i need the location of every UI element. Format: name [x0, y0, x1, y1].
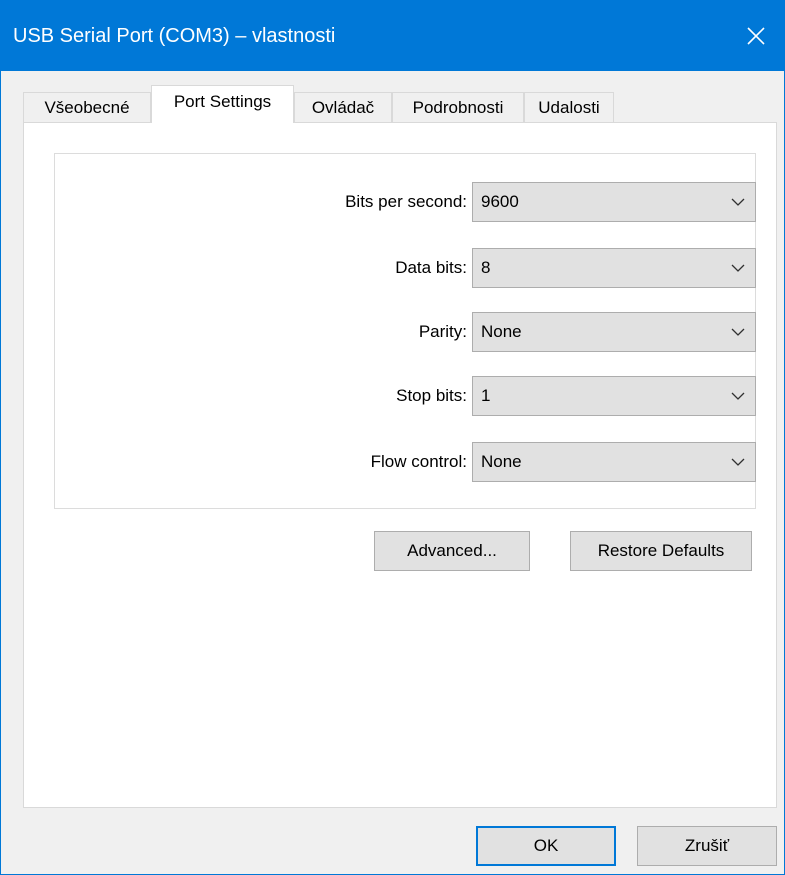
tab-strip: Všeobecné Port Settings Ovládač Podrobno… — [1, 71, 784, 123]
chevron-down-icon — [731, 198, 745, 206]
parity-row: Parity: None — [55, 312, 757, 352]
data-bits-select[interactable]: 8 — [472, 248, 756, 288]
flow-control-row: Flow control: None — [55, 442, 757, 482]
bits-per-second-select[interactable]: 9600 — [472, 182, 756, 222]
bits-per-second-label: Bits per second: — [345, 192, 467, 211]
parity-select[interactable]: None — [472, 312, 756, 352]
stop-bits-label: Stop bits: — [396, 386, 467, 405]
cancel-button[interactable]: Zrušiť — [637, 826, 777, 866]
advanced-button[interactable]: Advanced... — [374, 531, 530, 571]
bits-per-second-row: Bits per second: 9600 — [55, 182, 757, 222]
bits-per-second-value: 9600 — [481, 192, 519, 211]
ok-button[interactable]: OK — [476, 826, 616, 866]
tab-port-settings[interactable]: Port Settings — [151, 85, 294, 123]
stop-bits-row: Stop bits: 1 — [55, 376, 757, 416]
chevron-down-icon — [731, 392, 745, 400]
parity-label: Parity: — [418, 322, 467, 341]
flow-control-select[interactable]: None — [472, 442, 756, 482]
chevron-down-icon — [731, 264, 745, 272]
flow-control-value: None — [481, 452, 522, 471]
stop-bits-select[interactable]: 1 — [472, 376, 756, 416]
tab-vseobecne[interactable]: Všeobecné — [23, 92, 151, 122]
stop-bits-value: 1 — [481, 386, 491, 405]
data-bits-value: 8 — [481, 258, 491, 277]
properties-dialog: USB Serial Port (COM3) – vlastnosti Všeo… — [0, 0, 785, 875]
settings-group: Bits per second: 9600 Data bits: 8 Parit… — [54, 153, 756, 509]
tab-podrobnosti[interactable]: Podrobnosti — [392, 92, 524, 122]
data-bits-label: Data bits: — [395, 258, 467, 277]
chevron-down-icon — [731, 458, 745, 466]
tab-ovladac[interactable]: Ovládač — [294, 92, 392, 122]
port-settings-panel: Bits per second: 9600 Data bits: 8 Parit… — [23, 122, 777, 808]
chevron-down-icon — [731, 328, 745, 336]
title-bar[interactable]: USB Serial Port (COM3) – vlastnosti — [1, 1, 784, 71]
close-button[interactable] — [728, 1, 784, 71]
tab-udalosti[interactable]: Udalosti — [524, 92, 614, 122]
window-title: USB Serial Port (COM3) – vlastnosti — [13, 25, 336, 47]
flow-control-label: Flow control: — [370, 452, 467, 471]
close-icon — [747, 27, 765, 45]
parity-value: None — [481, 322, 522, 341]
restore-defaults-button[interactable]: Restore Defaults — [570, 531, 752, 571]
data-bits-row: Data bits: 8 — [55, 248, 757, 288]
